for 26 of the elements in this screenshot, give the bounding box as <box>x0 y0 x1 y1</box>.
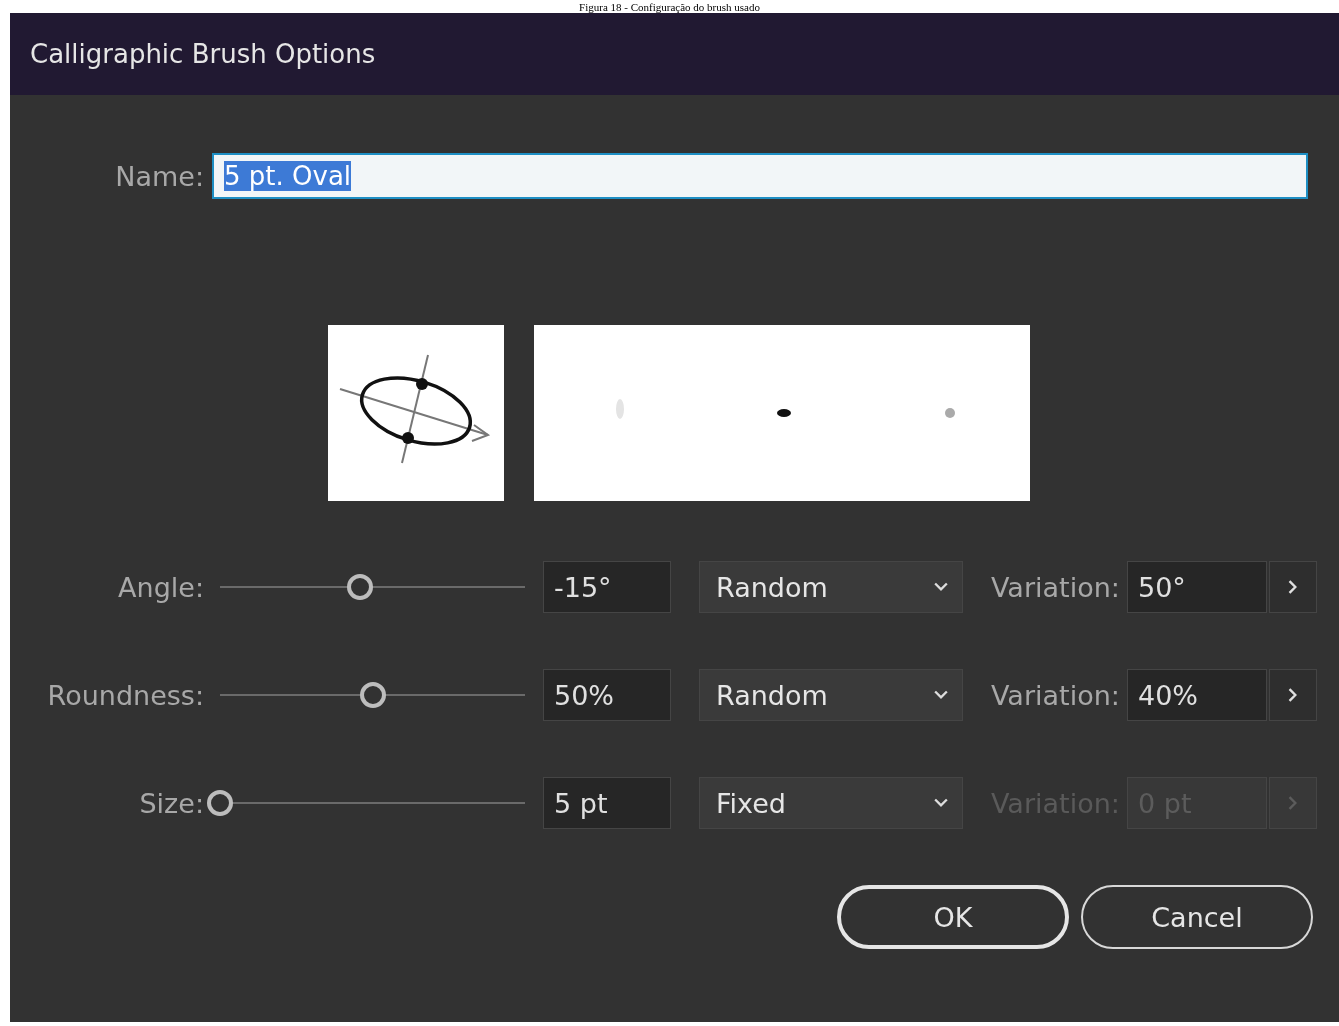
name-label: Name: <box>114 160 205 192</box>
cancel-button[interactable]: Cancel <box>1081 885 1313 949</box>
variation-field[interactable]: 40% <box>1127 669 1267 721</box>
chevron-down-icon <box>934 582 948 592</box>
window-title: Calligraphic Brush Options <box>30 39 376 69</box>
variation-label: Variation: <box>991 571 1119 603</box>
field-label: Size: <box>138 787 205 819</box>
field-label: Angle: <box>117 571 205 603</box>
chevron-right-icon <box>1288 580 1298 594</box>
name-field[interactable]: 5 pt. Oval <box>212 153 1308 199</box>
chevron-down-icon <box>934 798 948 808</box>
mode-dropdown[interactable]: Random <box>699 669 963 721</box>
value-field[interactable]: 50% <box>543 669 671 721</box>
variation-field[interactable]: 50° <box>1127 561 1267 613</box>
chevron-right-icon <box>1288 796 1298 810</box>
slider-thumb[interactable] <box>347 574 374 600</box>
brush-shape-preview[interactable] <box>328 325 504 501</box>
figure-caption: Figura 18 - Configuração do brush usado <box>579 1 760 13</box>
ok-button[interactable]: OK <box>837 885 1069 949</box>
chevron-right-icon <box>1288 688 1298 702</box>
chevron-down-icon <box>934 690 948 700</box>
variation-label: Variation: <box>991 679 1119 711</box>
slider-thumb[interactable] <box>359 682 386 708</box>
value-field[interactable]: -15° <box>543 561 671 613</box>
field-label: Roundness: <box>46 679 205 711</box>
mode-dropdown[interactable]: Random <box>699 561 963 613</box>
